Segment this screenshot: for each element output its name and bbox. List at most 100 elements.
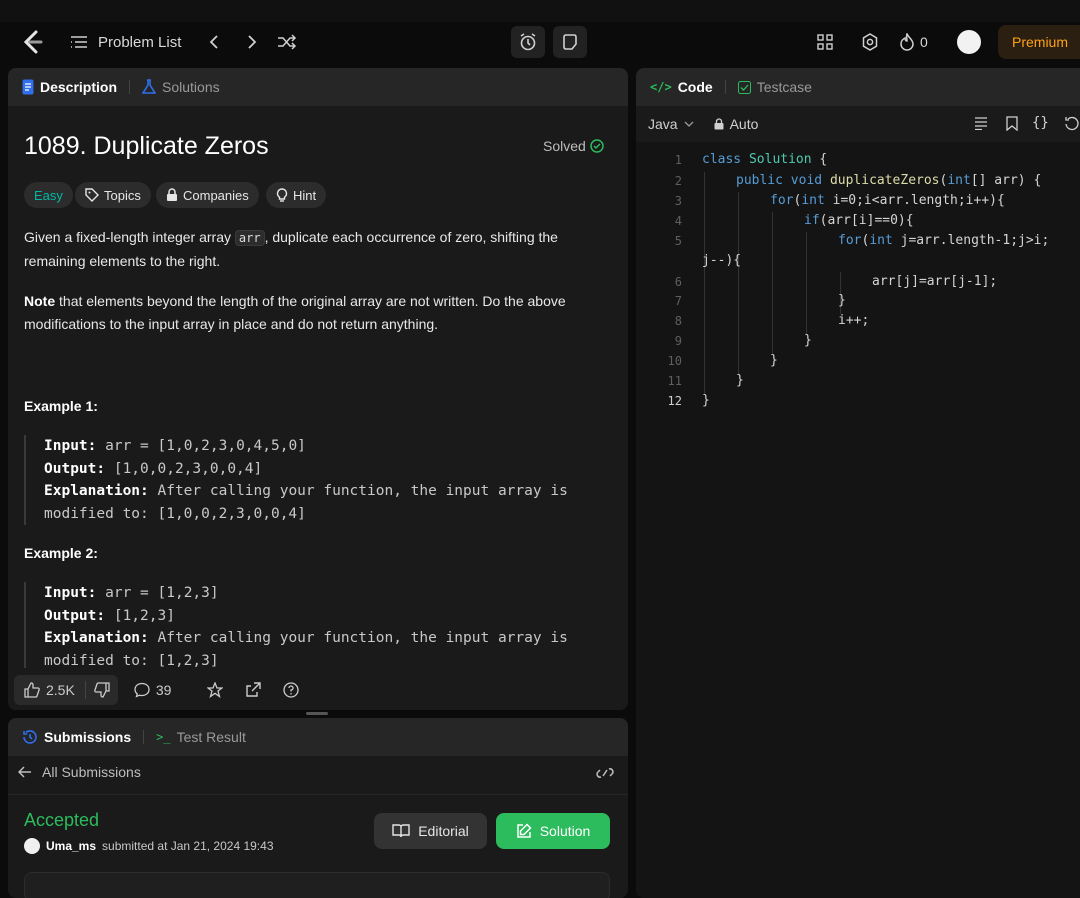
line-number: 5 [674, 234, 682, 248]
line-number: 2 [674, 174, 682, 188]
tab-solutions-label: Solutions [162, 79, 220, 95]
line-number: 9 [674, 334, 682, 348]
share-icon[interactable] [245, 682, 262, 698]
code-editor[interactable]: 1 2 3 4 5 6 7 8 9 10 11 12 class Solutio… [636, 142, 1080, 898]
tab-testcase-label: Testcase [756, 79, 812, 95]
editorial-button[interactable]: Editorial [374, 813, 487, 849]
editor-toolbar: Java Auto {} [636, 106, 1080, 142]
auto-mode-label: Auto [729, 116, 759, 132]
submitter-username[interactable]: Uma_ms [46, 839, 96, 853]
input-label: Input: [44, 585, 97, 601]
all-submissions-link[interactable]: All Submissions [18, 764, 141, 780]
code-line-6: arr[j]=arr[j-1]; [872, 274, 998, 289]
code-brackets-icon: </> [650, 80, 672, 94]
leetcode-logo-icon[interactable] [20, 28, 46, 56]
language-select[interactable]: Java [648, 116, 694, 132]
problem-list-button[interactable]: Problem List [70, 30, 181, 54]
comments-button[interactable]: 39 [134, 682, 171, 698]
tab-divider [143, 730, 145, 744]
inline-code-arr: arr [234, 230, 265, 246]
tab-code[interactable]: </> Code [650, 79, 713, 95]
line-number: 8 [674, 314, 682, 328]
streak-coins-counter[interactable]: 0 [900, 30, 928, 54]
tab-testcase[interactable]: Testcase [737, 79, 812, 95]
submitted-at: submitted at Jan 21, 2024 19:43 [102, 839, 274, 853]
checkbox-icon [737, 80, 751, 94]
prev-problem-chevron-left-icon[interactable] [204, 30, 224, 54]
indent-guide [738, 192, 739, 374]
window-top-strip [0, 0, 1080, 22]
terminal-icon: >_ [156, 730, 171, 744]
problem-title: 1089. Duplicate Zeros [24, 132, 269, 160]
input-value: arr = [1,2,3] [96, 585, 219, 601]
bookmark-icon[interactable] [1006, 116, 1018, 131]
topics-chip[interactable]: Topics [75, 182, 151, 208]
next-problem-chevron-right-icon[interactable] [242, 30, 262, 54]
thumbs-up-icon [24, 682, 40, 698]
example-2-heading: Example 2: [24, 545, 98, 561]
settings-gear-icon[interactable] [858, 30, 882, 54]
tab-solutions[interactable]: Solutions [142, 79, 220, 95]
line-number-current: 12 [667, 394, 682, 408]
statement-text-1: Given a fixed-length integer array [24, 229, 235, 245]
submissions-panel: Submissions >_ Test Result All Submissio… [8, 718, 628, 898]
indent-guide [806, 232, 807, 334]
example-1-block: Input: arr = [1,0,2,3,0,4,5,0] Output: [… [24, 435, 619, 525]
problem-actions-bar: 2.5K 39 [8, 668, 628, 710]
code-line-10: } [770, 353, 778, 368]
copy-link-icon[interactable] [596, 766, 614, 780]
notes-icon[interactable] [553, 26, 587, 58]
topics-label: Topics [104, 187, 141, 203]
book-icon [392, 824, 410, 838]
problem-statement: Given a fixed-length integer array arr, … [24, 226, 619, 273]
editorial-label: Editorial [418, 823, 469, 839]
lock-icon [166, 188, 178, 202]
description-panel: Description Solutions 1089. Duplicate Ze… [8, 68, 628, 710]
tab-divider [129, 80, 131, 94]
likes-count: 2.5K [46, 682, 75, 698]
indent-guide [704, 172, 705, 394]
lock-icon [714, 118, 724, 130]
code-line-7: } [838, 293, 846, 308]
language-value: Java [648, 116, 678, 132]
code-line-8: i++; [838, 313, 870, 328]
input-value: arr = [1,0,2,3,0,4,5,0] [96, 438, 306, 454]
premium-label: Premium [1012, 34, 1069, 50]
submission-meta: Uma_ms submitted at Jan 21, 2024 19:43 [24, 838, 274, 854]
help-question-icon[interactable] [283, 682, 300, 698]
dislike-button[interactable] [86, 682, 118, 698]
like-button[interactable]: 2.5K [14, 682, 85, 698]
format-lines-icon[interactable] [974, 117, 988, 130]
chevron-down-icon [684, 121, 694, 127]
layout-grid-icon[interactable] [814, 30, 836, 54]
document-icon [22, 79, 34, 95]
companies-chip[interactable]: Companies [156, 182, 259, 208]
note-text: that elements beyond the length of the o… [24, 293, 566, 332]
solution-button[interactable]: Solution [496, 813, 610, 849]
code-line-3: for(int i=0;i<arr.length;i++){ [770, 193, 1005, 208]
flask-icon [142, 79, 157, 95]
comment-bubble-icon [134, 682, 150, 698]
thumbs-down-icon [93, 682, 110, 698]
hint-chip[interactable]: Hint [266, 182, 327, 208]
reset-undo-icon[interactable] [1064, 116, 1080, 131]
braces-icon[interactable]: {} [1032, 115, 1049, 131]
code-line-11: } [736, 373, 744, 388]
panel-resize-handle[interactable] [306, 712, 328, 715]
user-avatar[interactable] [957, 30, 981, 54]
line-number: 10 [667, 354, 682, 368]
problem-note: Note that elements beyond the length of … [24, 290, 619, 336]
problem-list-label: Problem List [98, 33, 182, 51]
output-value: [1,0,0,2,3,0,0,4] [105, 460, 263, 477]
tab-submissions[interactable]: Submissions [22, 729, 131, 745]
shuffle-icon[interactable] [276, 30, 298, 54]
coins-count: 0 [920, 34, 928, 50]
auto-mode-toggle[interactable]: Auto [714, 116, 759, 132]
tab-test-result[interactable]: >_ Test Result [156, 729, 246, 745]
tab-description[interactable]: Description [22, 79, 117, 95]
output-value: [1,2,3] [105, 607, 175, 624]
premium-button[interactable]: Premium [998, 25, 1080, 59]
history-icon [22, 729, 38, 745]
favorite-star-icon[interactable] [207, 682, 224, 698]
timer-alarm-icon[interactable] [511, 26, 545, 58]
